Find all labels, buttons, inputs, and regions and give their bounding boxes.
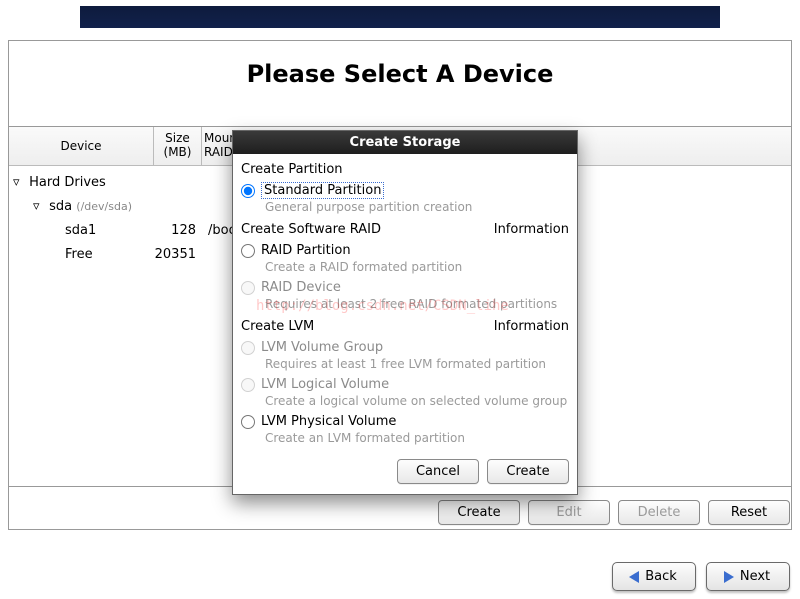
radio-raid-device	[241, 281, 255, 295]
option-standard-partition[interactable]: Standard Partition	[241, 183, 569, 198]
radio-standard-partition[interactable]	[241, 184, 255, 198]
option-desc: General purpose partition creation	[265, 200, 569, 214]
option-label: LVM Logical Volume	[261, 377, 389, 392]
dialog-body: Create Partition Standard Partition Gene…	[233, 154, 577, 453]
option-lvm-lv: LVM Logical Volume	[241, 377, 569, 392]
section-header-partition: Create Partition	[241, 162, 569, 177]
section-header-raid: Create Software RAID Information	[241, 222, 569, 237]
dialog-title: Create Storage	[233, 131, 577, 154]
radio-raid-partition[interactable]	[241, 244, 255, 258]
section-label: Create LVM	[241, 319, 314, 334]
option-label: LVM Volume Group	[261, 340, 383, 355]
option-desc: Requires at least 2 free RAID formated p…	[265, 297, 569, 311]
option-label: LVM Physical Volume	[261, 414, 396, 429]
option-raid-partition[interactable]: RAID Partition	[241, 243, 569, 258]
option-desc: Requires at least 1 free LVM formated pa…	[265, 357, 569, 371]
option-desc: Create a logical volume on selected volu…	[265, 394, 569, 408]
dialog-overlay: Create Storage Create Partition Standard…	[0, 0, 800, 599]
section-header-lvm: Create LVM Information	[241, 319, 569, 334]
option-lvm-vg: LVM Volume Group	[241, 340, 569, 355]
info-link-lvm[interactable]: Information	[494, 319, 569, 334]
option-lvm-pv[interactable]: LVM Physical Volume	[241, 414, 569, 429]
dialog-create-button[interactable]: Create	[487, 459, 569, 484]
radio-lvm-lv	[241, 378, 255, 392]
cancel-button[interactable]: Cancel	[397, 459, 479, 484]
option-raid-device: RAID Device	[241, 280, 569, 295]
dialog-buttons: Cancel Create	[233, 453, 577, 494]
option-label: RAID Partition	[261, 243, 351, 258]
radio-lvm-pv[interactable]	[241, 415, 255, 429]
option-desc: Create an LVM formated partition	[265, 431, 569, 445]
radio-lvm-vg	[241, 341, 255, 355]
info-link-raid[interactable]: Information	[494, 222, 569, 237]
option-label: RAID Device	[261, 280, 341, 295]
option-desc: Create a RAID formated partition	[265, 260, 569, 274]
section-label: Create Partition	[241, 162, 343, 177]
section-label: Create Software RAID	[241, 222, 381, 237]
create-storage-dialog: Create Storage Create Partition Standard…	[232, 130, 578, 495]
option-label: Standard Partition	[261, 182, 384, 199]
